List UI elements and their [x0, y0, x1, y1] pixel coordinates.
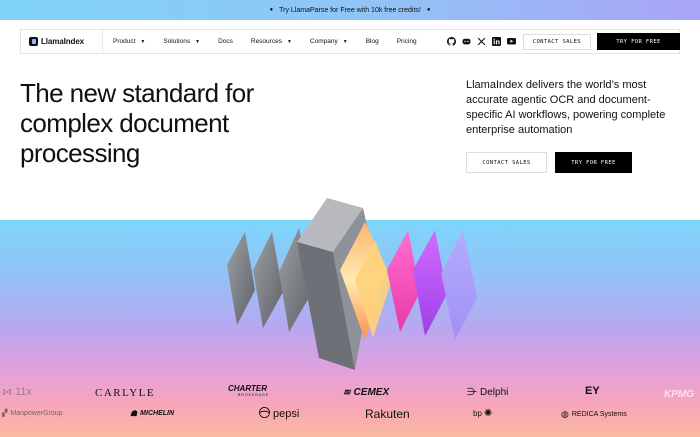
- nav-menu: Product ▼ Solutions ▼ Docs Resources ▼ Comp…: [113, 30, 435, 53]
- logo-subtext: BROKERAGE: [238, 393, 270, 397]
- logo-delphi: ⋺ Delphi: [467, 387, 508, 398]
- cemex-mark-icon: ≋: [343, 387, 351, 397]
- try-for-free-button[interactable]: TRY FOR FREE: [597, 33, 680, 50]
- x-icon[interactable]: [477, 37, 486, 46]
- logo-kpmg: KPMG: [664, 389, 694, 400]
- nav-item-pricing[interactable]: Pricing: [397, 38, 417, 45]
- hero-contact-sales-button[interactable]: CONTACT SALES: [466, 152, 547, 173]
- logo-bp: bp ✺: [473, 408, 492, 419]
- bullet-icon: ●: [269, 7, 274, 13]
- logo-text: CARLYLE: [95, 387, 156, 399]
- bullet-icon: ●: [426, 7, 431, 13]
- nav-item-resources[interactable]: Resources ▼: [251, 38, 292, 45]
- nav-item-solutions[interactable]: Solutions ▼: [163, 38, 200, 45]
- logo-text: 11x: [15, 386, 32, 398]
- doc-panel: [227, 232, 255, 325]
- manpower-mark-icon: ▞: [2, 410, 8, 417]
- linkedin-icon[interactable]: [491, 37, 501, 46]
- doc-panel: [441, 230, 477, 340]
- nav-item-label: Blog: [365, 38, 379, 45]
- bp-helios-icon: ✺: [483, 408, 493, 419]
- logo-carlyle: CARLYLE: [95, 387, 155, 399]
- hero-try-for-free-button[interactable]: TRY FOR FREE: [555, 152, 632, 173]
- nav-item-company[interactable]: Company ▼: [310, 38, 348, 45]
- hero-subtext: LlamaIndex delivers the world’s most acc…: [466, 79, 666, 136]
- logo-text: ManpowerGroup: [10, 409, 63, 417]
- redica-mark-icon: ◍: [561, 409, 569, 419]
- nav-item-blog[interactable]: Blog: [366, 38, 379, 45]
- caret-down-icon: ▼: [286, 38, 292, 45]
- nav-item-product[interactable]: Product ▼: [113, 38, 145, 45]
- nav-item-label: Company: [309, 38, 338, 45]
- logo-text: CEMEX: [353, 387, 390, 398]
- discord-icon[interactable]: [462, 37, 471, 46]
- doc-panel: [413, 230, 447, 336]
- logo-text: LlamaIndex: [41, 37, 85, 46]
- logo[interactable]: LlamaIndex: [21, 30, 103, 53]
- logo-michelin: ☗ MICHELIN: [130, 409, 174, 418]
- nav-item-label: Resources: [250, 38, 282, 45]
- logo-text: KPMG: [664, 389, 694, 400]
- logo-cemex: ≋ CEMEX: [343, 387, 389, 398]
- youtube-icon[interactable]: [506, 37, 516, 46]
- logo-pepsi: pepsi: [259, 407, 299, 421]
- logo-text: pepsi: [273, 408, 300, 420]
- doc-panel: [253, 232, 283, 328]
- logo-text: Rakuten: [365, 407, 410, 421]
- social-links: [441, 37, 516, 46]
- delphi-mark-icon: ⋺: [467, 387, 477, 398]
- contact-sales-button[interactable]: CONTACT SALES: [522, 33, 591, 50]
- nav-item-label: Docs: [218, 38, 233, 45]
- logo-charter: CHARTER BROKERAGE: [228, 384, 269, 397]
- 11x-mark-icon: ⋈: [2, 386, 12, 398]
- logo-redica: ◍ REDICA Systems: [561, 409, 627, 420]
- logo-text: CHARTER: [228, 384, 267, 393]
- top-nav: LlamaIndex Product ▼ Solutions ▼ Docs Reso…: [20, 29, 680, 54]
- caret-down-icon: ▼: [342, 38, 348, 45]
- logo-ey: EY: [585, 385, 600, 397]
- pepsi-globe-icon: [259, 407, 270, 421]
- llama-logo-icon: [29, 37, 38, 46]
- customer-logos: ⋈ 11x CARLYLE CHARTER BROKERAGE ≋ CEMEX ⋺ D…: [0, 378, 700, 437]
- logo-11x: ⋈ 11x: [2, 386, 32, 398]
- logo-text: bp: [473, 409, 482, 418]
- promo-text: Try LlamaParse for Free with 10k free cr…: [279, 6, 421, 14]
- logo-text: MICHELIN: [140, 410, 175, 417]
- hero-headline: The new standard for complex document pr…: [20, 78, 254, 168]
- nav-item-label: Solutions: [163, 38, 191, 45]
- nav-item-label: Pricing: [396, 38, 417, 45]
- promo-banner[interactable]: ● Try LlamaParse for Free with 10k free …: [0, 0, 700, 20]
- logo-text: EY: [585, 385, 600, 397]
- caret-down-icon: ▼: [195, 38, 201, 45]
- nav-item-label: Product: [113, 38, 136, 45]
- logo-manpowergroup: ▞ ManpowerGroup: [2, 409, 63, 418]
- logo-text: Delphi: [480, 387, 509, 398]
- document-stack-illustration: [227, 198, 477, 370]
- logo-text: REDICA Systems: [571, 411, 627, 418]
- nav-item-docs[interactable]: Docs: [218, 38, 233, 45]
- logo-rakuten: Rakuten: [365, 407, 410, 421]
- caret-down-icon: ▼: [140, 38, 146, 45]
- github-icon[interactable]: [446, 37, 456, 46]
- michelin-man-icon: ☗: [130, 409, 138, 418]
